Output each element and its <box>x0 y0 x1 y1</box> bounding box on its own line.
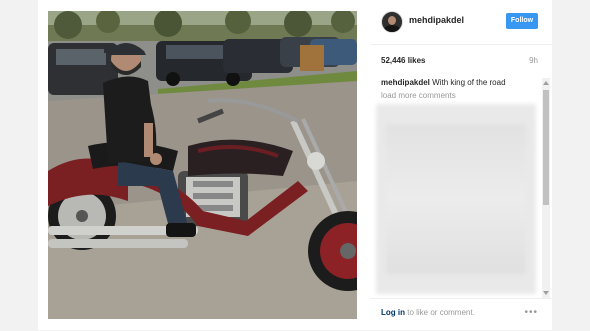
post-side-panel: mehdipakdel Follow 52,446 likes 9h mehdi… <box>370 0 552 330</box>
likes-count[interactable]: 52,446 likes <box>381 56 425 65</box>
ellipsis-icon[interactable]: ••• <box>524 307 538 318</box>
avatar-face <box>388 16 396 25</box>
avatar[interactable] <box>381 11 403 33</box>
comments-scrollbar[interactable] <box>542 78 550 298</box>
post-photo[interactable] <box>48 11 357 319</box>
post-time[interactable]: 9h <box>529 56 538 65</box>
post-footer: Log in to like or comment. ••• <box>370 298 552 331</box>
username-link[interactable]: mehdipakdel <box>409 15 464 25</box>
follow-button[interactable]: Follow <box>506 13 538 29</box>
login-prompt-text: to like or comment. <box>407 308 475 317</box>
caption: mehdipakdel With king of the road <box>381 78 506 87</box>
avatar-body <box>384 25 400 32</box>
post-header: mehdipakdel Follow <box>370 0 552 45</box>
login-prompt: Log in to like or comment. <box>381 308 475 317</box>
scroll-down-arrow-icon[interactable] <box>543 291 549 295</box>
scroll-up-arrow-icon[interactable] <box>543 81 549 85</box>
scrollbar-thumb[interactable] <box>543 90 549 205</box>
login-link[interactable]: Log in <box>381 308 405 317</box>
caption-username[interactable]: mehdipakdel <box>381 78 430 87</box>
load-more-comments-link[interactable]: load more comments <box>381 91 456 100</box>
comments-area <box>376 104 536 294</box>
photo-man-on-motorcycle-image <box>48 11 357 319</box>
caption-text: With king of the road <box>432 78 506 87</box>
